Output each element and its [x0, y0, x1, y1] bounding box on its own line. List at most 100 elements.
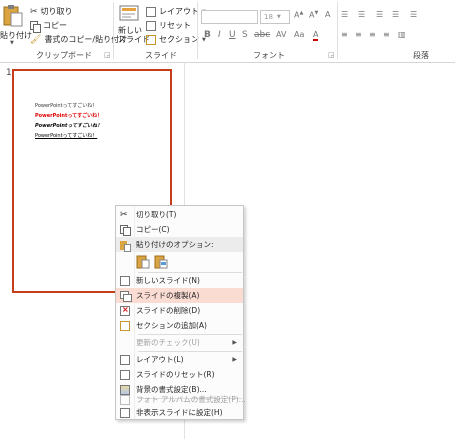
reset-label: リセット — [159, 21, 191, 30]
menu-item-label: レイアウト(L) — [136, 355, 184, 364]
dialog-launcher-icon[interactable]: ◲ — [104, 51, 111, 59]
menu-item-label: スライドのリセット(R) — [136, 370, 215, 379]
justify-icon[interactable]: ≡ — [383, 30, 390, 39]
bullets-icon[interactable]: ☰ — [341, 10, 348, 19]
reset-icon — [146, 20, 156, 31]
clear-format-icon[interactable]: A — [325, 10, 330, 19]
paste-button[interactable]: 貼り付け ▼ — [0, 2, 32, 46]
menu-item-label: フォト アルバムの書式設定(P)... — [136, 395, 246, 404]
decrease-indent-icon[interactable]: ☰ — [376, 10, 383, 19]
paste-keep-format-icon — [154, 255, 168, 269]
font-color-icon[interactable]: A — [313, 30, 319, 41]
align-center-icon[interactable]: ≡ — [355, 30, 362, 39]
chevron-down-icon: ▼ — [10, 40, 14, 46]
paste-icon — [136, 255, 150, 269]
line-spacing-icon[interactable]: ☰ — [410, 10, 417, 19]
char-spacing-icon[interactable]: AV — [276, 30, 286, 39]
strikethrough-icon[interactable]: abc — [254, 30, 270, 40]
menu-item-check-updates: 更新のチェック(U) ▶ — [116, 335, 243, 350]
thumbnail-text-line: PowerPointってすごいね！ — [35, 113, 103, 119]
clipboard-group-label: クリップボード — [36, 51, 92, 60]
chevron-down-icon: ▼ — [276, 14, 281, 20]
menu-item-copy[interactable]: コピー(C) — [116, 222, 243, 237]
shadow-icon[interactable]: S — [242, 30, 248, 40]
menu-item-label: 切り取り(T) — [136, 210, 177, 219]
group-divider — [113, 2, 114, 59]
numbering-icon[interactable]: ☰ — [358, 10, 365, 19]
thumbnail-text-line: PowerPointってすごいね！ — [35, 123, 103, 129]
hide-slide-icon — [120, 407, 130, 418]
context-menu: ✂ 切り取り(T) コピー(C) 貼り付けのオプション: 新しいスライド(N) — [115, 205, 246, 420]
format-painter-label: 書式のコピー/貼り付け — [44, 35, 128, 44]
menu-item-label: 新しいスライド(N) — [136, 276, 200, 285]
underline-icon[interactable]: U — [229, 30, 236, 40]
paragraph-group-label: 段落 — [413, 51, 429, 60]
new-slide-icon — [119, 5, 139, 21]
paste-option-keep-formatting-button[interactable] — [154, 254, 168, 269]
duplicate-slide-icon — [120, 290, 132, 302]
cut-button[interactable]: ✂ 切り取り — [30, 6, 73, 17]
thumbnail-text-line: PowerPointってすごいね！ — [35, 103, 98, 109]
reset-button[interactable]: リセット — [146, 20, 191, 31]
add-section-icon — [120, 320, 130, 331]
font-group-label: フォント — [253, 51, 285, 60]
new-slide-icon — [120, 275, 130, 286]
menu-item-hide-slide[interactable]: 非表示スライドに設定(H) — [116, 405, 243, 420]
menu-item-duplicate-slide[interactable]: スライドの複製(A) — [116, 288, 243, 303]
scissors-icon: ✂ — [120, 209, 128, 220]
grow-font-icon[interactable]: A▲ — [294, 10, 303, 20]
menu-item-label: セクションの追加(A) — [136, 321, 207, 330]
paste-icon — [120, 240, 131, 252]
scissors-icon: ✂ — [30, 6, 38, 17]
section-icon — [146, 34, 156, 45]
change-case-icon[interactable]: Aa — [294, 30, 304, 39]
slides-group-label: スライド — [145, 51, 177, 60]
paste-icon — [3, 5, 23, 27]
section-label: セクション — [159, 35, 199, 44]
menu-item-layout[interactable]: レイアウト(L) ▶ — [116, 352, 243, 367]
menu-item-label: スライドの削除(D) — [136, 306, 201, 315]
menu-item-label: 非表示スライドに設定(H) — [136, 408, 223, 417]
italic-icon[interactable]: I — [218, 30, 221, 40]
align-right-icon[interactable]: ≡ — [369, 30, 376, 39]
menu-item-label: コピー(C) — [136, 225, 170, 234]
submenu-arrow-icon: ▶ — [232, 339, 237, 346]
group-divider — [337, 2, 338, 59]
copy-button[interactable]: コピー — [30, 20, 67, 33]
menu-item-label: 更新のチェック(U) — [136, 338, 200, 347]
layout-icon — [146, 6, 156, 17]
shrink-font-icon[interactable]: A▼ — [309, 10, 318, 20]
reset-slide-icon — [120, 369, 130, 380]
menu-item-delete-slide[interactable]: × スライドの削除(D) — [116, 303, 243, 318]
paste-option-use-destination-button[interactable] — [136, 254, 150, 269]
bold-icon[interactable]: B — [204, 30, 211, 40]
menu-item-cut[interactable]: ✂ 切り取り(T) — [116, 207, 243, 222]
align-left-icon[interactable]: ≡ — [341, 30, 348, 39]
new-slide-button[interactable]: 新しい スライド — [116, 2, 150, 48]
columns-icon[interactable]: ▥ — [398, 30, 406, 39]
photo-album-icon — [120, 394, 130, 405]
paste-options-header: 貼り付けのオプション: — [116, 237, 243, 252]
menu-item-add-section[interactable]: セクションの追加(A) — [116, 318, 243, 333]
menu-item-label: スライドの複製(A) — [136, 291, 200, 300]
paintbrush-icon: 🖌 — [30, 34, 42, 45]
copy-icon — [30, 20, 41, 33]
paste-label: 貼り付け — [0, 31, 32, 40]
menu-item-new-slide[interactable]: 新しいスライド(N) — [116, 273, 243, 288]
submenu-arrow-icon: ▶ — [232, 356, 237, 363]
menu-item-reset-slide[interactable]: スライドのリセット(R) — [116, 367, 243, 382]
dialog-launcher-icon[interactable]: ◲ — [328, 51, 335, 59]
delete-slide-icon: × — [120, 304, 130, 316]
group-divider — [197, 2, 198, 59]
slide-number: 1 — [6, 68, 12, 78]
font-size-combo[interactable]: 18 ▼ — [260, 10, 290, 24]
layout-label: レイアウト — [159, 7, 199, 16]
menu-item-label: 貼り付けのオプション: — [136, 240, 214, 249]
copy-label: コピー — [43, 21, 67, 30]
cut-label: 切り取り — [40, 7, 73, 16]
thumbnail-text-line: PowerPointってすごいね！ — [35, 133, 98, 139]
increase-indent-icon[interactable]: ☰ — [392, 10, 399, 19]
layout-icon — [120, 354, 130, 365]
font-size-value: 18 — [264, 13, 273, 21]
font-name-combo[interactable] — [201, 10, 258, 24]
